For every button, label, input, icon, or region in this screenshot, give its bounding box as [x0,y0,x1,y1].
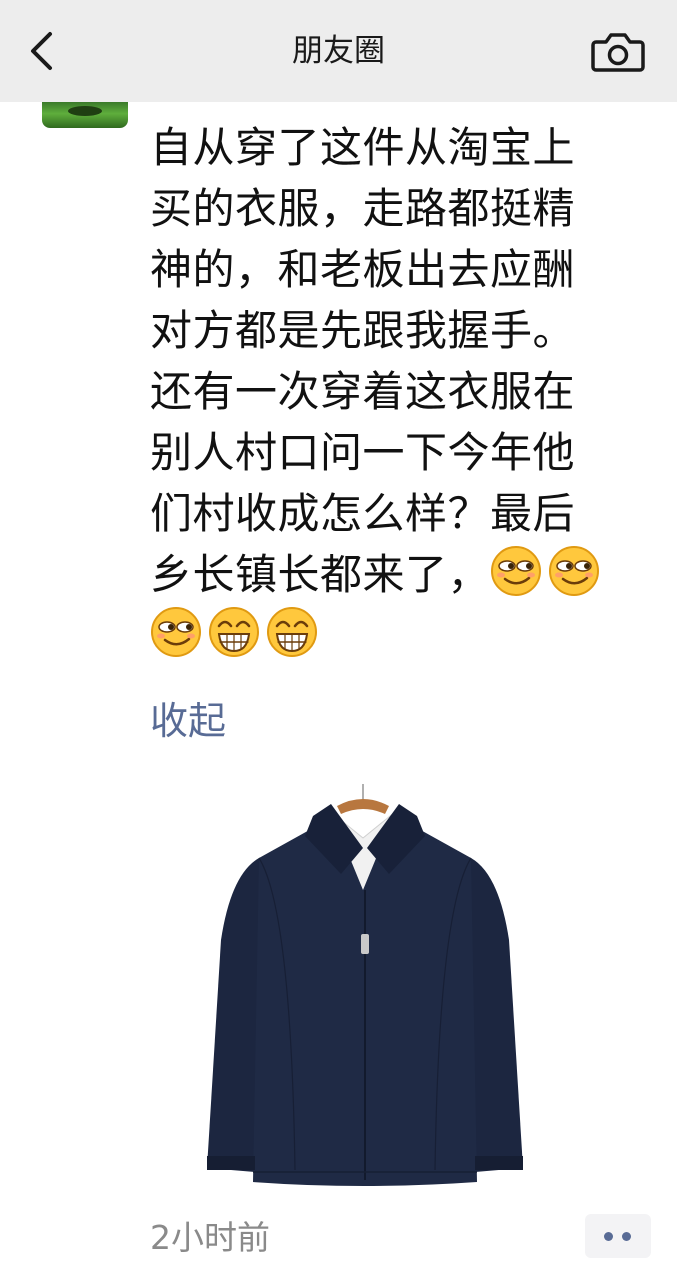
smirk-emoji-icon [490,545,542,597]
emoji-line [150,605,650,666]
moments-screen: 朋友圈 自从穿了这件从淘宝上 买的衣服，走路都挺精 神的，和老板出去应酬 对方都… [0,0,677,1280]
more-dots-icon [622,1232,631,1241]
post-text-line: 自从穿了这件从淘宝上 [150,123,576,172]
post-text-line: 别人村口问一下今年他 [150,428,576,477]
camera-icon [591,33,645,72]
post-text-line: 们村收成怎么样？最后 [150,489,576,538]
page-title: 朋友圈 [292,33,385,69]
post-text-line-with-emoji: 乡长镇长都来了， [150,544,650,605]
smirk-emoji-icon [150,606,202,658]
navy-jacket-image [207,784,523,1186]
smirk-emoji-icon [548,545,600,597]
post-text-line: 对方都是先跟我握手。 [150,306,576,355]
collapse-link[interactable]: 收起 [150,695,226,747]
grin-emoji-icon [208,606,260,658]
post-text-line: 乡长镇长都来了， [150,550,491,599]
camera-button[interactable] [590,28,646,76]
avatar[interactable] [42,102,128,128]
post-text-line: 神的，和老板出去应酬 [150,245,576,294]
post-text-line: 还有一次穿着这衣服在 [150,367,576,416]
more-dots-icon [604,1232,613,1241]
more-options-button[interactable] [585,1214,651,1258]
post-text-line: 买的衣服，走路都挺精 [150,184,576,233]
post-content: 自从穿了这件从淘宝上 买的衣服，走路都挺精 神的，和老板出去应酬 对方都是先跟我… [150,117,650,666]
grin-emoji-icon [266,606,318,658]
top-navbar: 朋友圈 [0,0,677,102]
post-image[interactable] [195,770,535,1200]
post-timestamp: 2小时前 [150,1218,270,1257]
